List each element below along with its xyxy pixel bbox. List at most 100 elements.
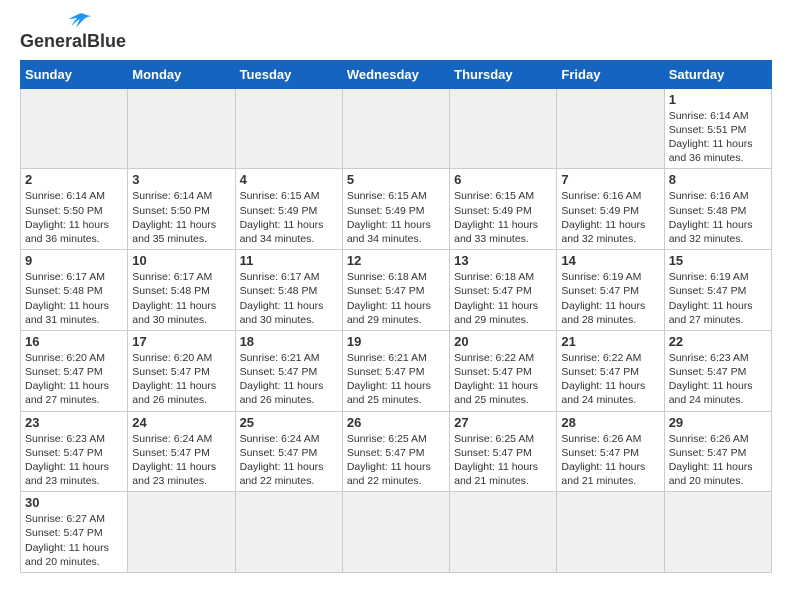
calendar-cell bbox=[128, 492, 235, 573]
calendar-cell: 15 Sunrise: 6:19 AM Sunset: 5:47 PM Dayli… bbox=[664, 250, 771, 331]
calendar-cell: 16 Sunrise: 6:20 AM Sunset: 5:47 PM Dayli… bbox=[21, 330, 128, 411]
day-info: Sunrise: 6:25 AM Sunset: 5:47 PM Dayligh… bbox=[454, 432, 552, 489]
logo-area: General Blue bbox=[20, 16, 126, 52]
calendar-cell bbox=[235, 88, 342, 169]
calendar-cell: 4 Sunrise: 6:15 AM Sunset: 5:49 PM Daylig… bbox=[235, 169, 342, 250]
day-info: Sunrise: 6:20 AM Sunset: 5:47 PM Dayligh… bbox=[132, 351, 230, 408]
calendar-cell bbox=[664, 492, 771, 573]
day-info: Sunrise: 6:24 AM Sunset: 5:47 PM Dayligh… bbox=[240, 432, 338, 489]
calendar-cell: 1 Sunrise: 6:14 AM Sunset: 5:51 PM Daylig… bbox=[664, 88, 771, 169]
day-number: 14 bbox=[561, 253, 659, 268]
calendar-cell bbox=[557, 492, 664, 573]
calendar-cell: 8 Sunrise: 6:16 AM Sunset: 5:48 PM Daylig… bbox=[664, 169, 771, 250]
calendar-cell: 23 Sunrise: 6:23 AM Sunset: 5:47 PM Dayli… bbox=[21, 411, 128, 492]
calendar-cell bbox=[557, 88, 664, 169]
day-number: 16 bbox=[25, 334, 123, 349]
day-number: 11 bbox=[240, 253, 338, 268]
calendar-cell: 30Sunrise: 6:27 AM Sunset: 5:47 PM Dayli… bbox=[21, 492, 128, 573]
day-info: Sunrise: 6:25 AM Sunset: 5:47 PM Dayligh… bbox=[347, 432, 445, 489]
day-number: 19 bbox=[347, 334, 445, 349]
day-info: Sunrise: 6:19 AM Sunset: 5:47 PM Dayligh… bbox=[561, 270, 659, 327]
weekday-header-row: SundayMondayTuesdayWednesdayThursdayFrid… bbox=[21, 60, 772, 88]
calendar-week-row: 9 Sunrise: 6:17 AM Sunset: 5:48 PM Daylig… bbox=[21, 250, 772, 331]
calendar-cell: 14 Sunrise: 6:19 AM Sunset: 5:47 PM Dayli… bbox=[557, 250, 664, 331]
calendar-cell: 9Sunrise: 6:17 AM Sunset: 5:48 PM Daylig… bbox=[21, 250, 128, 331]
day-number: 23 bbox=[25, 415, 123, 430]
day-info: Sunrise: 6:23 AM Sunset: 5:47 PM Dayligh… bbox=[25, 432, 123, 489]
day-number: 7 bbox=[561, 172, 659, 187]
day-info: Sunrise: 6:21 AM Sunset: 5:47 PM Dayligh… bbox=[347, 351, 445, 408]
day-info: Sunrise: 6:15 AM Sunset: 5:49 PM Dayligh… bbox=[347, 189, 445, 246]
day-info: Sunrise: 6:17 AM Sunset: 5:48 PM Dayligh… bbox=[240, 270, 338, 327]
calendar-cell: 7 Sunrise: 6:16 AM Sunset: 5:49 PM Daylig… bbox=[557, 169, 664, 250]
header: General Blue bbox=[20, 16, 772, 52]
day-number: 3 bbox=[132, 172, 230, 187]
day-info: Sunrise: 6:26 AM Sunset: 5:47 PM Dayligh… bbox=[561, 432, 659, 489]
calendar-cell: 2 Sunrise: 6:14 AM Sunset: 5:50 PM Daylig… bbox=[21, 169, 128, 250]
day-info: Sunrise: 6:24 AM Sunset: 5:47 PM Dayligh… bbox=[132, 432, 230, 489]
day-number: 29 bbox=[669, 415, 767, 430]
day-info: Sunrise: 6:18 AM Sunset: 5:47 PM Dayligh… bbox=[347, 270, 445, 327]
weekday-header-monday: Monday bbox=[128, 60, 235, 88]
day-info: Sunrise: 6:14 AM Sunset: 5:51 PM Dayligh… bbox=[669, 109, 767, 166]
calendar-cell bbox=[128, 88, 235, 169]
logo-bird-icon bbox=[62, 12, 102, 32]
day-number: 8 bbox=[669, 172, 767, 187]
calendar-cell: 26 Sunrise: 6:25 AM Sunset: 5:47 PM Dayli… bbox=[342, 411, 449, 492]
day-info: Sunrise: 6:16 AM Sunset: 5:49 PM Dayligh… bbox=[561, 189, 659, 246]
day-info: Sunrise: 6:17 AM Sunset: 5:48 PM Dayligh… bbox=[132, 270, 230, 327]
day-info: Sunrise: 6:19 AM Sunset: 5:47 PM Dayligh… bbox=[669, 270, 767, 327]
calendar-cell: 6 Sunrise: 6:15 AM Sunset: 5:49 PM Daylig… bbox=[450, 169, 557, 250]
calendar-cell: 17Sunrise: 6:20 AM Sunset: 5:47 PM Dayli… bbox=[128, 330, 235, 411]
calendar-week-row: 16 Sunrise: 6:20 AM Sunset: 5:47 PM Dayli… bbox=[21, 330, 772, 411]
calendar-week-row: 2 Sunrise: 6:14 AM Sunset: 5:50 PM Daylig… bbox=[21, 169, 772, 250]
day-info: Sunrise: 6:16 AM Sunset: 5:48 PM Dayligh… bbox=[669, 189, 767, 246]
weekday-header-wednesday: Wednesday bbox=[342, 60, 449, 88]
day-info: Sunrise: 6:14 AM Sunset: 5:50 PM Dayligh… bbox=[25, 189, 123, 246]
day-number: 28 bbox=[561, 415, 659, 430]
calendar-cell bbox=[21, 88, 128, 169]
day-info: Sunrise: 6:15 AM Sunset: 5:49 PM Dayligh… bbox=[454, 189, 552, 246]
day-number: 20 bbox=[454, 334, 552, 349]
calendar-cell: 29 Sunrise: 6:26 AM Sunset: 5:47 PM Dayli… bbox=[664, 411, 771, 492]
day-number: 4 bbox=[240, 172, 338, 187]
day-number: 30 bbox=[25, 495, 123, 510]
calendar-body: 1 Sunrise: 6:14 AM Sunset: 5:51 PM Daylig… bbox=[21, 88, 772, 572]
day-number: 12 bbox=[347, 253, 445, 268]
calendar-cell: 20 Sunrise: 6:22 AM Sunset: 5:47 PM Dayli… bbox=[450, 330, 557, 411]
day-number: 24 bbox=[132, 415, 230, 430]
calendar-cell bbox=[450, 88, 557, 169]
calendar-cell: 13Sunrise: 6:18 AM Sunset: 5:47 PM Dayli… bbox=[450, 250, 557, 331]
calendar-cell bbox=[342, 88, 449, 169]
calendar-week-row: 23 Sunrise: 6:23 AM Sunset: 5:47 PM Dayli… bbox=[21, 411, 772, 492]
day-info: Sunrise: 6:15 AM Sunset: 5:49 PM Dayligh… bbox=[240, 189, 338, 246]
calendar-cell: 22Sunrise: 6:23 AM Sunset: 5:47 PM Dayli… bbox=[664, 330, 771, 411]
day-number: 5 bbox=[347, 172, 445, 187]
calendar-cell: 28 Sunrise: 6:26 AM Sunset: 5:47 PM Dayli… bbox=[557, 411, 664, 492]
calendar-cell: 11 Sunrise: 6:17 AM Sunset: 5:48 PM Dayli… bbox=[235, 250, 342, 331]
day-number: 1 bbox=[669, 92, 767, 107]
day-number: 2 bbox=[25, 172, 123, 187]
weekday-header-sunday: Sunday bbox=[21, 60, 128, 88]
calendar-cell: 5 Sunrise: 6:15 AM Sunset: 5:49 PM Daylig… bbox=[342, 169, 449, 250]
calendar-cell: 18Sunrise: 6:21 AM Sunset: 5:47 PM Dayli… bbox=[235, 330, 342, 411]
calendar-cell: 10 Sunrise: 6:17 AM Sunset: 5:48 PM Dayli… bbox=[128, 250, 235, 331]
weekday-header-friday: Friday bbox=[557, 60, 664, 88]
day-info: Sunrise: 6:22 AM Sunset: 5:47 PM Dayligh… bbox=[561, 351, 659, 408]
calendar-cell: 25Sunrise: 6:24 AM Sunset: 5:47 PM Dayli… bbox=[235, 411, 342, 492]
weekday-header-thursday: Thursday bbox=[450, 60, 557, 88]
calendar-cell: 27Sunrise: 6:25 AM Sunset: 5:47 PM Dayli… bbox=[450, 411, 557, 492]
day-info: Sunrise: 6:18 AM Sunset: 5:47 PM Dayligh… bbox=[454, 270, 552, 327]
weekday-header-tuesday: Tuesday bbox=[235, 60, 342, 88]
day-info: Sunrise: 6:21 AM Sunset: 5:47 PM Dayligh… bbox=[240, 351, 338, 408]
day-info: Sunrise: 6:22 AM Sunset: 5:47 PM Dayligh… bbox=[454, 351, 552, 408]
calendar-cell bbox=[342, 492, 449, 573]
day-info: Sunrise: 6:20 AM Sunset: 5:47 PM Dayligh… bbox=[25, 351, 123, 408]
day-number: 26 bbox=[347, 415, 445, 430]
day-number: 6 bbox=[454, 172, 552, 187]
day-number: 15 bbox=[669, 253, 767, 268]
day-number: 10 bbox=[132, 253, 230, 268]
calendar-cell: 24 Sunrise: 6:24 AM Sunset: 5:47 PM Dayli… bbox=[128, 411, 235, 492]
day-info: Sunrise: 6:26 AM Sunset: 5:47 PM Dayligh… bbox=[669, 432, 767, 489]
day-number: 9 bbox=[25, 253, 123, 268]
